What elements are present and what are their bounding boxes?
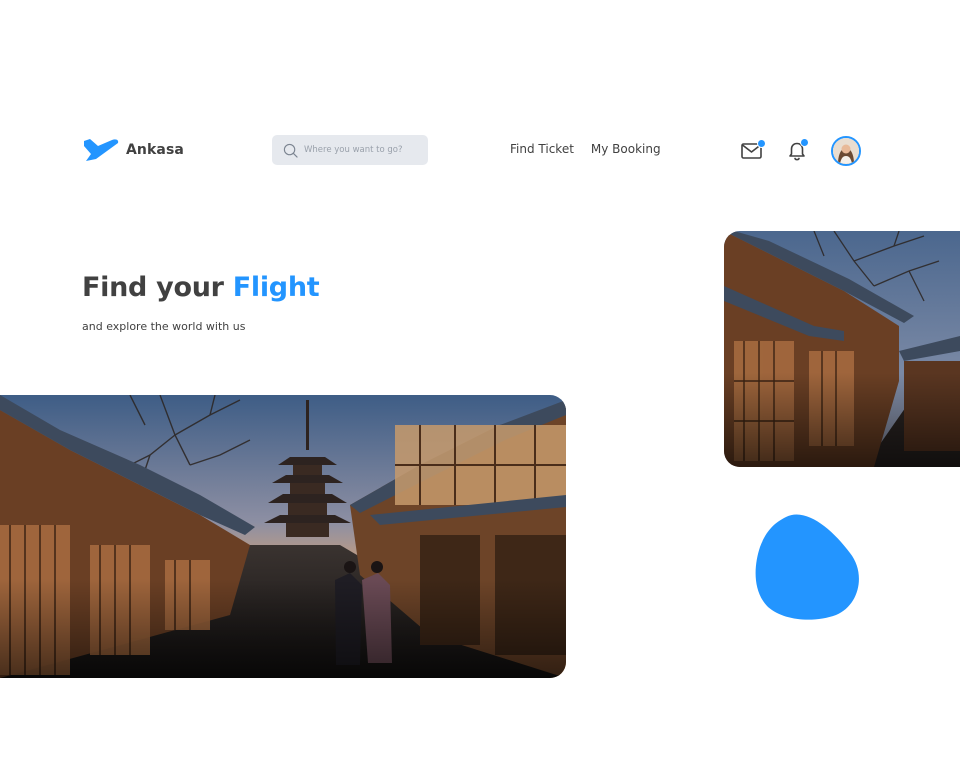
plane-logo-icon [84, 139, 119, 161]
nav-find-ticket[interactable]: Find Ticket [510, 142, 574, 156]
decorative-blob-shape [755, 514, 859, 620]
nav-my-booking[interactable]: My Booking [591, 142, 661, 156]
user-avatar[interactable] [831, 136, 861, 166]
hero-subtitle: and explore the world with us [82, 320, 246, 333]
brand-logo[interactable]: Ankasa [82, 137, 184, 163]
search-icon [283, 143, 298, 158]
search-input[interactable] [304, 145, 414, 155]
mail-button[interactable] [740, 139, 766, 163]
hero-photo-kyoto [0, 395, 566, 678]
main-nav: Find Ticket My Booking [510, 142, 661, 156]
notifications-button[interactable] [785, 138, 809, 163]
side-photo-kyoto [724, 231, 960, 467]
hero-title-accent: Flight [232, 272, 320, 303]
mail-notification-dot [757, 139, 766, 148]
hero-title-prefix: Find your [82, 272, 233, 303]
avatar-photo [833, 138, 859, 164]
brand-name: Ankasa [126, 142, 184, 158]
search-bar[interactable] [272, 135, 428, 165]
hero-title: Find your Flight [82, 272, 320, 303]
bell-notification-dot [800, 138, 809, 147]
